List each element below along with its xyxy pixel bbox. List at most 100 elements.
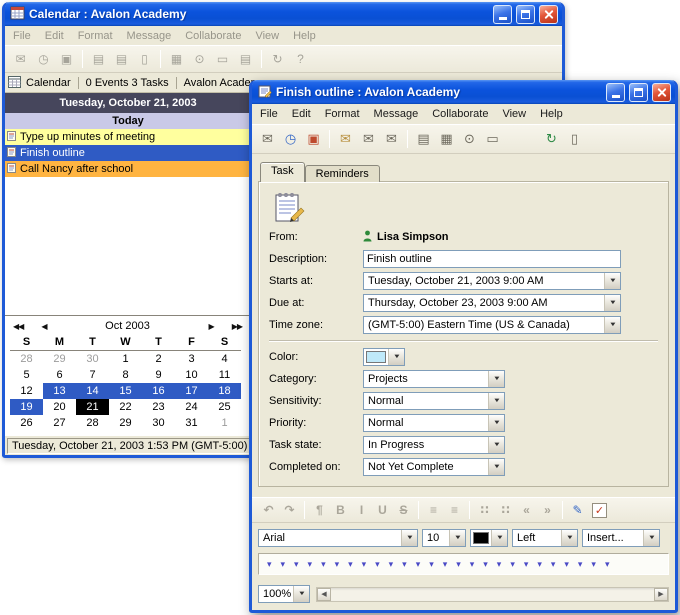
zoom-select[interactable]: 100% [258, 585, 310, 603]
calendar-titlebar[interactable]: Calendar : Avalon Academy [5, 2, 562, 26]
chevron-down-icon[interactable] [488, 393, 504, 409]
calendar-day-cell[interactable]: 28 [10, 351, 43, 367]
calendar-day-cell[interactable]: 6 [43, 367, 76, 383]
maximize-button[interactable] [516, 5, 535, 24]
calendar-day-cell[interactable]: 30 [76, 351, 109, 367]
menu-view[interactable]: View [248, 29, 286, 43]
calendar-day-cell[interactable]: 1 [109, 351, 142, 367]
calendar-day-cell-selected[interactable]: 19 [10, 399, 43, 415]
chevron-down-icon[interactable] [604, 295, 620, 311]
view-columns-icon[interactable]: ▤ [234, 49, 257, 70]
font-color-select[interactable] [470, 529, 508, 547]
menu-view[interactable]: View [495, 107, 533, 121]
indent-icon[interactable]: » [537, 501, 558, 520]
numbered-list-icon[interactable]: ∷ [495, 501, 516, 520]
calendar-day-cell-today[interactable]: 21 [76, 399, 109, 415]
font-size-select[interactable]: 10 [422, 529, 466, 547]
refresh-icon[interactable]: ↻ [266, 49, 289, 70]
chevron-down-icon[interactable] [449, 530, 465, 546]
chevron-down-icon[interactable] [488, 371, 504, 387]
minimize-button[interactable] [493, 5, 512, 24]
calendar-day-cell[interactable]: 30 [142, 415, 175, 431]
menu-collaborate[interactable]: Collaborate [178, 29, 248, 43]
paragraph-icon[interactable]: ¶ [309, 501, 330, 520]
close-button[interactable] [652, 83, 671, 102]
spellcheck-icon[interactable]: ✓ [592, 503, 607, 518]
menu-file[interactable]: File [253, 107, 285, 121]
calendar-day-cell[interactable]: 10 [175, 367, 208, 383]
bold-icon[interactable]: B [330, 501, 351, 520]
calendar-day-cell[interactable]: 4 [208, 351, 241, 367]
save-close-icon[interactable]: ✉ [256, 129, 279, 150]
calendar-day-cell[interactable]: 20 [43, 399, 76, 415]
horizontal-scrollbar[interactable] [316, 587, 669, 602]
prev-month-button[interactable]: ◀ [38, 320, 49, 333]
chevron-down-icon[interactable] [293, 586, 309, 602]
chevron-down-icon[interactable] [561, 530, 577, 546]
sensitivity-select[interactable]: Normal [363, 392, 505, 410]
bullet-list-icon[interactable]: ∷ [474, 501, 495, 520]
scroll-left-icon[interactable] [317, 588, 331, 601]
calendar-day-cell[interactable]: 23 [142, 399, 175, 415]
task-titlebar[interactable]: Finish outline : Avalon Academy [252, 80, 675, 104]
task-list-item[interactable]: Finish outline [5, 145, 251, 161]
prev-year-button[interactable]: ◀◀ [10, 320, 26, 333]
find-icon[interactable]: ⊙ [188, 49, 211, 70]
menu-message[interactable]: Message [120, 29, 179, 43]
outdent-icon[interactable]: « [516, 501, 537, 520]
task-list-item[interactable]: Type up minutes of meeting [5, 129, 251, 145]
color-select[interactable] [363, 348, 405, 366]
task-state-select[interactable]: In Progress [363, 436, 505, 454]
starts-at-select[interactable]: Tuesday, October 21, 2003 9:00 AM [363, 272, 621, 290]
folder-icon[interactable]: ▭ [481, 129, 504, 150]
chevron-down-icon[interactable] [604, 273, 620, 289]
timezone-select[interactable]: (GMT-5:00) Eastern Time (US & Canada) [363, 316, 621, 334]
schedule-icon[interactable]: ◷ [32, 49, 55, 70]
calendar-day-cell[interactable]: 29 [43, 351, 76, 367]
calendar-day-cell[interactable]: 2 [142, 351, 175, 367]
minimize-button[interactable] [606, 83, 625, 102]
due-at-select[interactable]: Thursday, October 23, 2003 9:00 AM [363, 294, 621, 312]
menu-format[interactable]: Format [318, 107, 367, 121]
schedule-icon[interactable]: ◷ [279, 129, 302, 150]
calendar-day-cell[interactable]: 9 [142, 367, 175, 383]
calendar-day-cell[interactable]: 16 [142, 383, 175, 399]
align-left-icon[interactable]: ≡ [423, 501, 444, 520]
chevron-down-icon[interactable] [491, 530, 507, 546]
insert-select[interactable]: Insert... [582, 529, 660, 547]
scroll-right-icon[interactable] [654, 588, 668, 601]
italic-icon[interactable]: I [351, 501, 372, 520]
chevron-down-icon[interactable] [488, 415, 504, 431]
print-preview-icon[interactable]: ▤ [412, 129, 435, 150]
calendar-day-cell[interactable]: 8 [109, 367, 142, 383]
calendar-day-cell[interactable]: 26 [10, 415, 43, 431]
calendar-day-cell[interactable]: 14 [76, 383, 109, 399]
calendar-day-cell[interactable]: 25 [208, 399, 241, 415]
calendar-day-cell[interactable]: 7 [76, 367, 109, 383]
calendar-day-cell[interactable]: 5 [10, 367, 43, 383]
menu-message[interactable]: Message [367, 107, 426, 121]
delete-icon[interactable]: ▯ [563, 129, 586, 150]
new-message-icon[interactable]: ✉ [9, 49, 32, 70]
menu-edit[interactable]: Edit [285, 107, 318, 121]
mark-complete-icon[interactable]: ▣ [302, 129, 325, 150]
new-task-icon[interactable]: ▣ [55, 49, 78, 70]
menu-file[interactable]: File [6, 29, 38, 43]
redo-icon[interactable]: ↷ [279, 501, 300, 520]
calendar-day-cell[interactable]: 13 [43, 383, 76, 399]
deliver-mail-icon[interactable]: ✉ [357, 129, 380, 150]
priority-select[interactable]: Normal [363, 414, 505, 432]
calendar-day-cell[interactable]: 24 [175, 399, 208, 415]
maximize-button[interactable] [629, 83, 648, 102]
address-book-icon[interactable]: ▭ [211, 49, 234, 70]
mail-options-icon[interactable]: ✉ [380, 129, 403, 150]
calendar-day-cell[interactable]: 27 [43, 415, 76, 431]
task-list-item[interactable]: Call Nancy after school [5, 161, 251, 177]
description-input[interactable] [363, 250, 621, 268]
next-year-button[interactable]: ▶▶ [229, 320, 245, 333]
chevron-down-icon[interactable] [604, 317, 620, 333]
chevron-down-icon[interactable] [643, 530, 659, 546]
tab-reminders[interactable]: Reminders [305, 165, 380, 182]
menu-format[interactable]: Format [71, 29, 120, 43]
tab-task[interactable]: Task [260, 162, 305, 182]
